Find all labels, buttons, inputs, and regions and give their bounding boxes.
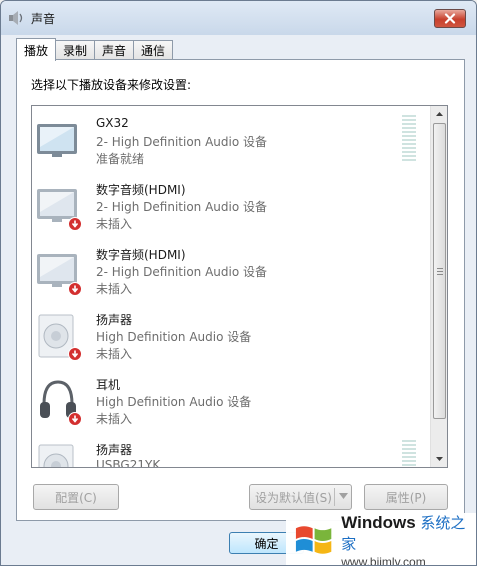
speaker-icon bbox=[36, 309, 82, 361]
device-row[interactable]: 数字音频(HDMI) 2- High Definition Audio 设备 未插入 bbox=[32, 175, 428, 240]
set-default-label: 设为默认值(S) bbox=[255, 490, 332, 505]
window-title: 声音 bbox=[31, 11, 56, 26]
device-row[interactable]: GX32 2- High Definition Audio 设备 准备就绪 bbox=[32, 110, 428, 175]
device-status: 未插入 bbox=[96, 217, 133, 231]
watermark: Windows 系统之家 www.bjjmlv.com bbox=[286, 512, 476, 566]
device-status: 准备就绪 bbox=[96, 152, 145, 166]
scroll-up-button[interactable] bbox=[431, 106, 447, 122]
chevron-down-icon bbox=[436, 457, 443, 461]
speaker-icon bbox=[9, 11, 23, 25]
device-description: USBG21YK bbox=[96, 458, 161, 468]
chevron-up-icon bbox=[436, 112, 443, 116]
grip-icon bbox=[437, 268, 443, 275]
device-name: 扬声器 bbox=[96, 443, 133, 457]
device-status: 未插入 bbox=[96, 347, 133, 361]
device-description: 2- High Definition Audio 设备 bbox=[96, 200, 268, 214]
device-status: 未插入 bbox=[96, 412, 133, 426]
device-row[interactable]: 耳机 High Definition Audio 设备 未插入 bbox=[32, 370, 428, 435]
tab-sounds[interactable]: 声音 bbox=[94, 40, 135, 60]
device-name: GX32 bbox=[96, 116, 129, 130]
watermark-brand: Windows bbox=[341, 512, 416, 532]
disconnected-icon bbox=[68, 282, 82, 296]
speaker-icon bbox=[36, 439, 80, 467]
properties-button[interactable]: 属性(P) bbox=[364, 484, 448, 510]
device-name: 耳机 bbox=[96, 378, 121, 392]
watermark-title: Windows 系统之家 bbox=[341, 512, 476, 554]
tab-communications[interactable]: 通信 bbox=[133, 40, 174, 60]
close-button[interactable] bbox=[434, 9, 466, 28]
windows-logo-icon bbox=[295, 526, 332, 554]
sound-dialog: 声音 播放 录制 声音 通信 选择以下播放设备来修改设置: GX32 2- Hig… bbox=[0, 0, 477, 566]
volume-level-meter bbox=[402, 115, 416, 161]
configure-button[interactable]: 配置(C) bbox=[33, 484, 119, 510]
device-row[interactable]: 扬声器 High Definition Audio 设备 未插入 bbox=[32, 305, 428, 370]
disconnected-icon bbox=[68, 217, 82, 231]
monitor-icon bbox=[36, 244, 82, 296]
close-icon bbox=[444, 13, 456, 24]
split-divider bbox=[334, 488, 335, 506]
scrollbar[interactable] bbox=[430, 106, 447, 467]
set-default-button[interactable]: 设为默认值(S) bbox=[249, 484, 352, 510]
headphones-icon bbox=[36, 374, 82, 426]
scroll-thumb[interactable] bbox=[433, 123, 446, 419]
tab-playback[interactable]: 播放 bbox=[16, 38, 57, 61]
device-name: 数字音频(HDMI) bbox=[96, 248, 186, 262]
playback-panel: 选择以下播放设备来修改设置: GX32 2- High Definition Au… bbox=[16, 59, 465, 521]
tab-strip: 播放 录制 声音 通信 bbox=[16, 38, 174, 61]
title-bar[interactable]: 声音 bbox=[1, 1, 476, 35]
volume-level-meter bbox=[402, 440, 416, 467]
device-row[interactable]: 数字音频(HDMI) 2- High Definition Audio 设备 未插入 bbox=[32, 240, 428, 305]
scroll-down-button[interactable] bbox=[431, 451, 447, 467]
device-name: 扬声器 bbox=[96, 313, 133, 327]
device-description: High Definition Audio 设备 bbox=[96, 395, 252, 409]
instruction-text: 选择以下播放设备来修改设置: bbox=[31, 78, 192, 92]
device-description: 2- High Definition Audio 设备 bbox=[96, 135, 268, 149]
chevron-down-icon[interactable] bbox=[339, 493, 348, 499]
device-list[interactable]: GX32 2- High Definition Audio 设备 准备就绪数字音频(… bbox=[31, 105, 448, 468]
device-row[interactable]: 扬声器 USBG21YK bbox=[32, 435, 428, 468]
monitor-icon bbox=[36, 179, 82, 231]
tab-recording[interactable]: 录制 bbox=[55, 40, 96, 60]
watermark-text: Windows 系统之家 www.bjjmlv.com bbox=[341, 512, 476, 566]
device-description: High Definition Audio 设备 bbox=[96, 330, 252, 344]
device-description: 2- High Definition Audio 设备 bbox=[96, 265, 268, 279]
disconnected-icon bbox=[68, 347, 82, 361]
watermark-url: www.bjjmlv.com bbox=[341, 554, 426, 566]
disconnected-icon bbox=[68, 412, 82, 426]
monitor-icon bbox=[36, 114, 80, 166]
device-status: 未插入 bbox=[96, 282, 133, 296]
device-name: 数字音频(HDMI) bbox=[96, 183, 186, 197]
